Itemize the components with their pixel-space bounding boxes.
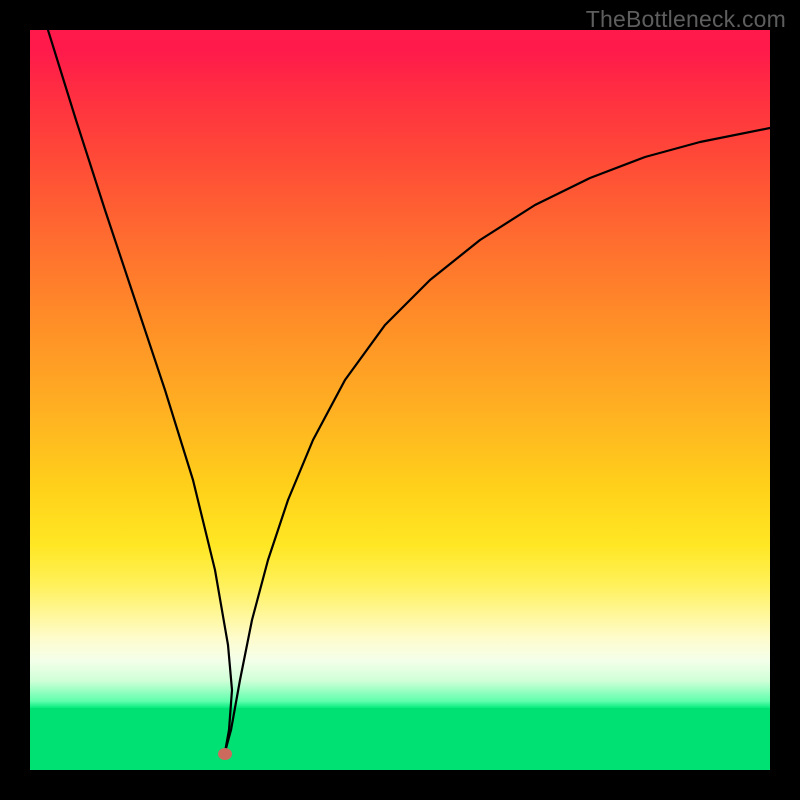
- curve-left-branch: [48, 30, 232, 752]
- curve-plot: [30, 30, 770, 770]
- plot-area: [30, 30, 770, 770]
- curve-right-branch: [225, 128, 770, 752]
- watermark-text: TheBottleneck.com: [586, 6, 786, 33]
- chart-frame: TheBottleneck.com: [0, 0, 800, 800]
- minimum-marker: [218, 748, 232, 760]
